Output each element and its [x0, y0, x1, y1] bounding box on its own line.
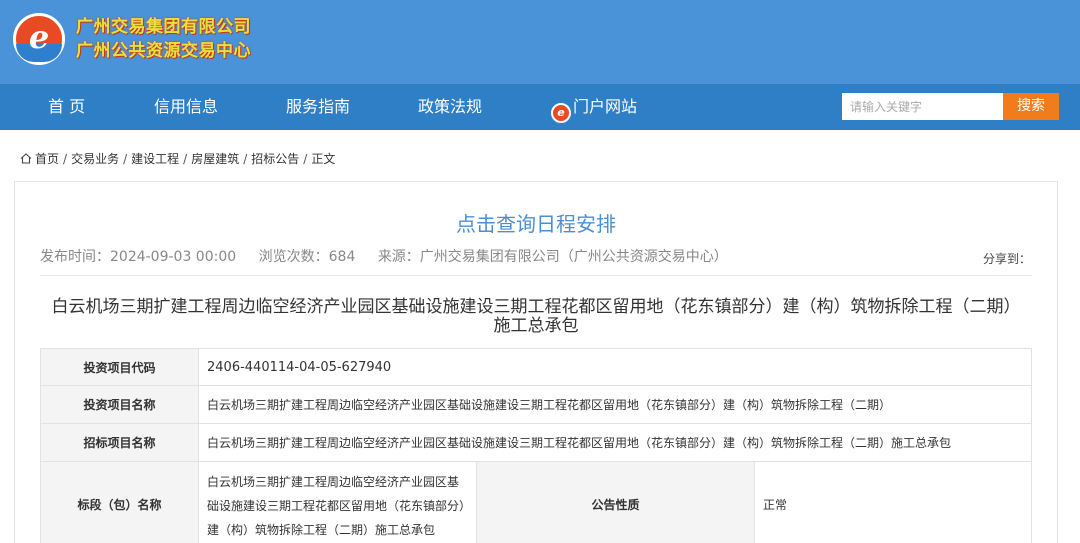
breadcrumb-separator: /: [63, 152, 68, 166]
breadcrumb-trading[interactable]: 交易业务: [71, 152, 119, 166]
table-value: 白云机场三期扩建工程周边临空经济产业园区基础设施建设三期工程花都区留用地（花东镇…: [198, 385, 1032, 424]
site-header: e 广州交易集团有限公司 广州公共资源交易中心: [0, 0, 1080, 84]
table-value: 2406-440114-04-05-627940: [198, 348, 1032, 386]
nav-item-portal[interactable]: e 门户网站: [551, 84, 637, 130]
site-logo-icon[interactable]: e: [13, 13, 65, 65]
table-value: 正常: [754, 461, 1032, 543]
announcement-title: 白云机场三期扩建工程周边临空经济产业园区基础设施建设三期工程花都区留用地（花东镇…: [51, 297, 1021, 336]
article-meta: 发布时间：2024-09-03 00:00 浏览次数：684 来源：广州交易集团…: [40, 246, 746, 266]
table-row: 投资项目名称 白云机场三期扩建工程周边临空经济产业园区基础设施建设三期工程花都区…: [40, 385, 1032, 424]
view-count: 浏览次数：684: [258, 249, 356, 265]
org-name-primary: 广州交易集团有限公司: [76, 17, 251, 37]
nav-item-service-guide[interactable]: 服务指南: [286, 84, 350, 130]
article-source: 来源：广州交易集团有限公司（广州公共资源交易中心）: [377, 249, 728, 265]
breadcrumb-separator: /: [243, 152, 248, 166]
org-name-secondary: 广州公共资源交易中心: [76, 41, 251, 61]
nav-item-home[interactable]: 首 页: [48, 84, 85, 130]
table-row: 投资项目代码 2406-440114-04-05-627940: [40, 348, 1032, 386]
table-label: 招标项目名称: [40, 423, 199, 462]
nav-portal-label: 门户网站: [573, 97, 638, 116]
nav-item-credit-info[interactable]: 信用信息: [154, 84, 218, 130]
nav-item-policy[interactable]: 政策法规: [418, 84, 482, 130]
logo-letter: e: [28, 18, 50, 56]
breadcrumb-separator: /: [183, 152, 188, 166]
table-label: 公告性质: [476, 461, 755, 543]
schedule-query-link[interactable]: 点击查询日程安排: [0, 208, 1072, 237]
table-row: 招标项目名称 白云机场三期扩建工程周边临空经济产业园区基础设施建设三期工程花都区…: [40, 423, 1032, 462]
table-label: 标段（包）名称: [40, 461, 199, 543]
search-button[interactable]: 搜索: [1003, 93, 1059, 120]
portal-e-icon: e: [551, 103, 571, 123]
table-label: 投资项目代码: [40, 348, 199, 386]
breadcrumb-separator: /: [303, 152, 308, 166]
breadcrumb-construction[interactable]: 建设工程: [131, 152, 179, 166]
search-input[interactable]: [842, 93, 1003, 120]
table-value: 白云机场三期扩建工程周边临空经济产业园区基础设施建设三期工程花都区留用地（花东镇…: [198, 461, 477, 543]
table-label: 投资项目名称: [40, 385, 199, 424]
publish-time: 发布时间：2024-09-03 00:00: [40, 249, 237, 265]
breadcrumb: 首页 / 交易业务 / 建设工程 / 房屋建筑 / 招标公告 / 正文: [20, 151, 335, 167]
meta-divider: [40, 275, 1032, 276]
breadcrumb-separator: /: [123, 152, 128, 166]
breadcrumb-home[interactable]: 首页: [35, 152, 59, 166]
org-names: 广州交易集团有限公司 广州公共资源交易中心: [76, 15, 251, 63]
breadcrumb-current: 正文: [311, 152, 336, 166]
breadcrumb-tender-notice[interactable]: 招标公告: [251, 152, 299, 166]
share-label: 分享到：: [983, 252, 1032, 266]
project-info-table: 投资项目代码 2406-440114-04-05-627940 投资项目名称 白…: [40, 348, 1032, 543]
home-icon: [20, 153, 32, 164]
table-row: 标段（包）名称 白云机场三期扩建工程周边临空经济产业园区基础设施建设三期工程花都…: [40, 461, 1032, 543]
table-value: 白云机场三期扩建工程周边临空经济产业园区基础设施建设三期工程花都区留用地（花东镇…: [198, 423, 1032, 462]
breadcrumb-building[interactable]: 房屋建筑: [191, 152, 239, 166]
